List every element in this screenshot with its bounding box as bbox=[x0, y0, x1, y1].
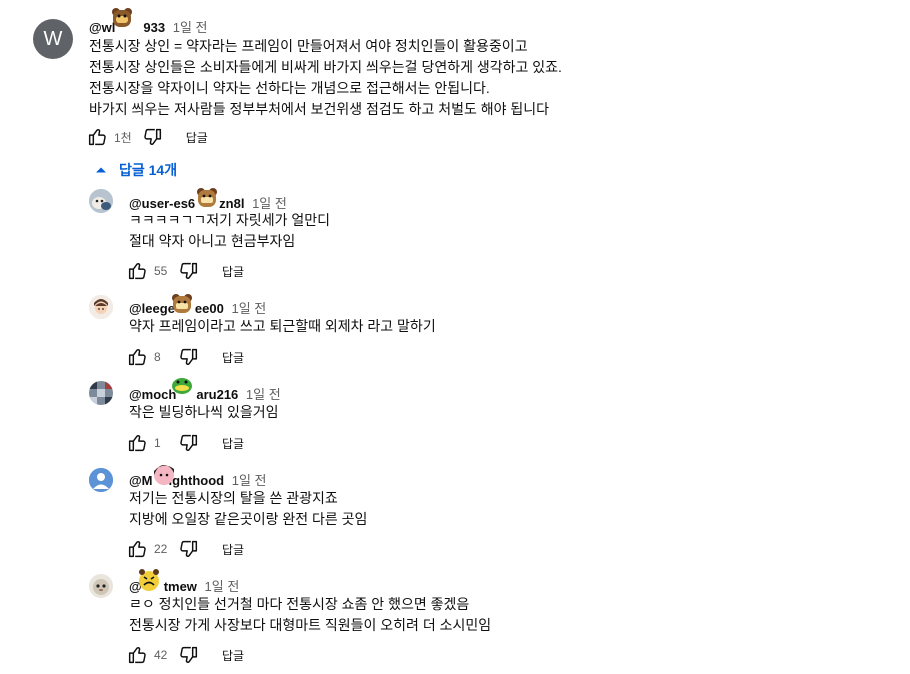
comment-line: 약자 프레임이라고 쓰고 퇴근할때 외제차 라고 말하기 bbox=[129, 318, 436, 334]
like-count: 55 bbox=[154, 264, 168, 278]
thumbs-down-icon[interactable] bbox=[142, 126, 164, 148]
comment-line: 전통시장을 약자이니 약자는 선하다는 개념으로 접근해서는 안됩니다. bbox=[89, 80, 490, 96]
comment-actions: 55 답글 bbox=[126, 259, 244, 283]
avatar-person-icon bbox=[89, 295, 113, 319]
thumbs-down-icon[interactable] bbox=[178, 538, 200, 560]
comment-line: 전통시장 상인 = 약자라는 프레임이 만들어져서 여야 정치인들이 활용중이고 bbox=[89, 38, 528, 54]
thumbs-down-icon[interactable] bbox=[178, 644, 200, 666]
timestamp[interactable]: 1일 전 bbox=[173, 20, 208, 35]
thumbs-up-icon[interactable] bbox=[126, 538, 148, 560]
like-count: 8 bbox=[154, 350, 161, 364]
reply-button[interactable]: 답글 bbox=[222, 541, 244, 558]
avatar[interactable] bbox=[89, 189, 113, 213]
comment-line: 저기는 전통시장의 탈을 쓴 관광지죠 bbox=[129, 490, 338, 506]
comment-actions: 1천 답글 bbox=[86, 125, 208, 149]
avatar-letter: W bbox=[43, 27, 63, 50]
avatar[interactable]: W bbox=[33, 19, 73, 59]
member-badge-icon bbox=[154, 465, 174, 485]
thumbs-down-icon[interactable] bbox=[178, 346, 200, 368]
comment-line: 절대 약자 아니고 현금부자임 bbox=[129, 233, 296, 249]
like-count: 1 bbox=[154, 436, 161, 450]
comment-header: @M ighthood 1일 전 bbox=[129, 470, 267, 489]
comment-actions: 1 답글 bbox=[126, 431, 244, 455]
comment-text: 작은 빌딩하나씩 있을거임 bbox=[129, 402, 278, 423]
reply-button[interactable]: 답글 bbox=[222, 263, 244, 280]
avatar-dog-icon bbox=[89, 189, 113, 213]
thumbs-down-icon[interactable] bbox=[178, 260, 200, 282]
reply-button[interactable]: 답글 bbox=[222, 435, 244, 452]
comment-line: ㅋㅋㅋㅋㄱㄱ저기 자릿세가 얼만디 bbox=[129, 212, 330, 228]
reply-button[interactable]: 답글 bbox=[222, 647, 244, 664]
thumbs-up-icon[interactable] bbox=[126, 346, 148, 368]
comment-header: @leege ee00 1일 전 bbox=[129, 298, 266, 317]
comment-line: 작은 빌딩하나씩 있을거임 bbox=[129, 404, 279, 420]
timestamp[interactable]: 1일 전 bbox=[232, 473, 267, 488]
comment-actions: 42 답글 bbox=[126, 643, 244, 667]
comment-line: ㄹㅇ 정치인들 선거철 마다 전통시장 쇼좀 안 했으면 좋겠음 bbox=[129, 596, 470, 612]
like-count: 22 bbox=[154, 542, 168, 556]
thumbs-down-icon[interactable] bbox=[178, 432, 200, 454]
timestamp[interactable]: 1일 전 bbox=[205, 579, 240, 594]
comment-text: ㅋㅋㅋㅋㄱㄱ저기 자릿세가 얼만디 절대 약자 아니고 현금부자임 bbox=[129, 210, 330, 252]
like-count: 42 bbox=[154, 648, 168, 662]
member-badge-icon bbox=[172, 378, 192, 394]
timestamp[interactable]: 1일 전 bbox=[231, 301, 266, 316]
comment-header: @wl 933 1일 전 bbox=[89, 17, 208, 36]
timestamp[interactable]: 1일 전 bbox=[252, 196, 287, 211]
comment-text: 전통시장 상인 = 약자라는 프레임이 만들어져서 여야 정치인들이 활용중이고… bbox=[89, 36, 562, 120]
thumbs-up-icon[interactable] bbox=[86, 126, 108, 148]
avatar[interactable] bbox=[89, 295, 113, 319]
member-badge-icon bbox=[139, 569, 159, 591]
author-name[interactable]: @user-es6 zn8l bbox=[129, 196, 244, 211]
comment-line: 전통시장 가게 사장보다 대형마트 직원들이 오히려 더 소시민임 bbox=[129, 617, 492, 633]
thumbs-up-icon[interactable] bbox=[126, 260, 148, 282]
avatar[interactable] bbox=[89, 574, 113, 598]
replies-toggle[interactable]: 답글 14개 bbox=[95, 160, 177, 180]
comment-text: 약자 프레임이라고 쓰고 퇴근할때 외제차 라고 말하기 bbox=[129, 316, 436, 337]
comment-actions: 8 답글 bbox=[126, 345, 244, 369]
avatar-default-icon bbox=[89, 468, 113, 492]
comment-text: ㄹㅇ 정치인들 선거철 마다 전통시장 쇼좀 안 했으면 좋겠음 전통시장 가게… bbox=[129, 594, 491, 636]
comment-header: @moch aru216 1일 전 bbox=[129, 384, 281, 403]
chevron-up-icon bbox=[96, 167, 106, 173]
member-badge-icon bbox=[197, 188, 217, 207]
member-badge-icon bbox=[112, 8, 132, 27]
comment-line: 전통시장 상인들은 소비자들에게 비싸게 바가지 씌우는걸 당연하게 생각하고 … bbox=[89, 59, 562, 75]
comment-line: 지방에 오일장 같은곳이랑 완전 다른 곳임 bbox=[129, 511, 368, 527]
timestamp[interactable]: 1일 전 bbox=[246, 387, 281, 402]
thumbs-up-icon[interactable] bbox=[126, 644, 148, 666]
avatar-mosaic-icon bbox=[89, 381, 113, 405]
thumbs-up-icon[interactable] bbox=[126, 432, 148, 454]
avatar-cat-icon bbox=[89, 574, 113, 598]
member-badge-icon bbox=[172, 294, 192, 313]
avatar[interactable] bbox=[89, 468, 113, 492]
like-count: 1천 bbox=[114, 130, 132, 145]
author-name[interactable]: @M ighthood bbox=[129, 473, 224, 488]
comment-line: 바가지 씌우는 저사람들 정부부처에서 보건위생 점검도 하고 처벌도 해야 됩… bbox=[89, 101, 550, 117]
avatar[interactable] bbox=[89, 381, 113, 405]
reply-button[interactable]: 답글 bbox=[222, 349, 244, 366]
replies-toggle-label: 답글 14개 bbox=[119, 162, 178, 178]
comment-text: 저기는 전통시장의 탈을 쓴 관광지죠 지방에 오일장 같은곳이랑 완전 다른 … bbox=[129, 488, 367, 530]
comment-actions: 22 답글 bbox=[126, 537, 244, 561]
reply-button[interactable]: 답글 bbox=[186, 129, 208, 146]
